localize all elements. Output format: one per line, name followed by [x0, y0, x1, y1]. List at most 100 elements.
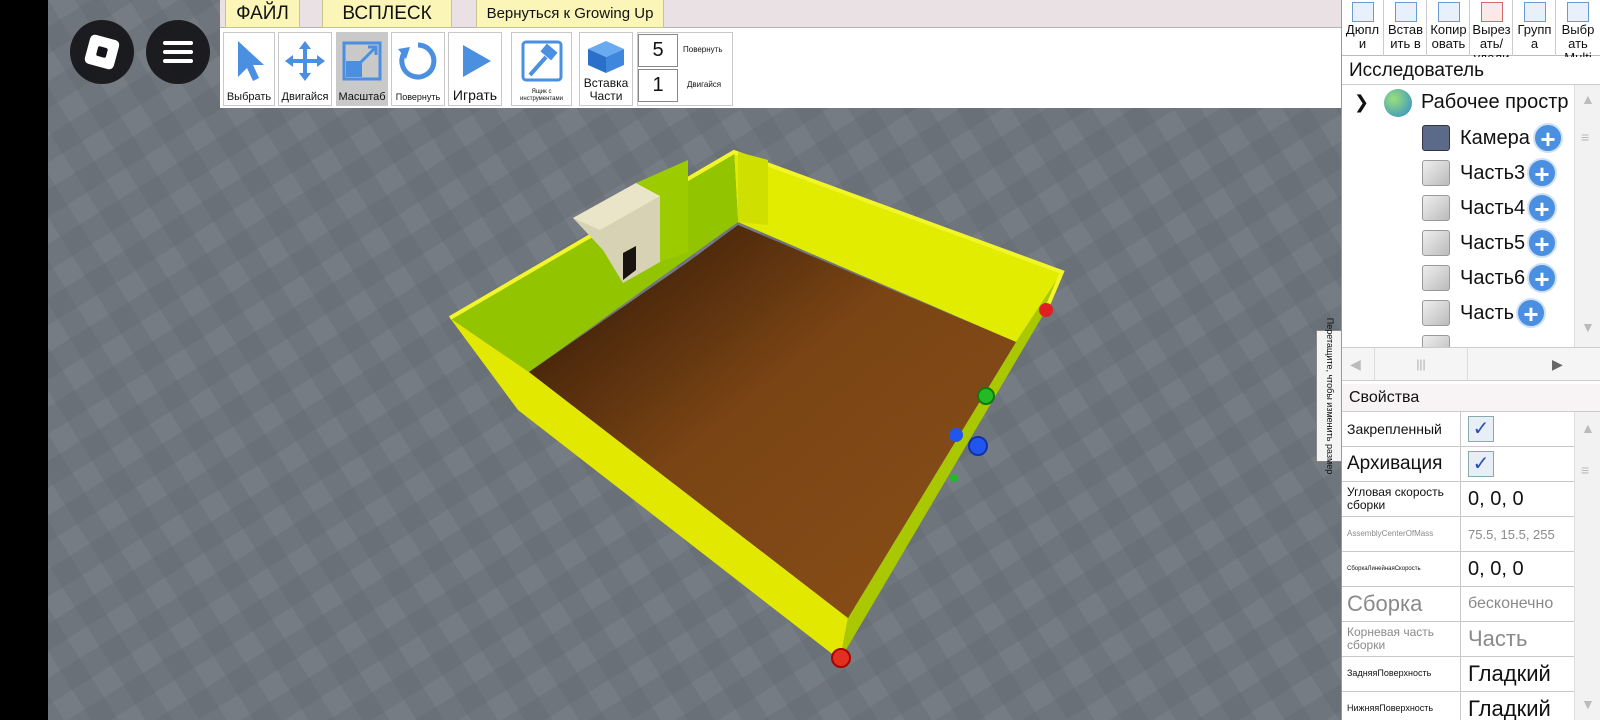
3d-viewport[interactable] — [48, 0, 1341, 720]
tool-bar: Выбрать Двигайся Масштаб Повернуть Играт… — [220, 28, 1342, 108]
property-value[interactable]: Гладкий — [1462, 692, 1576, 720]
scale-handle-green[interactable] — [950, 474, 958, 482]
scroll-thumb-icon[interactable]: ≡ — [1581, 462, 1589, 478]
property-row: Корневая часть сборки Часть — [1342, 622, 1576, 657]
scroll-up-icon[interactable]: ▲ — [1581, 91, 1595, 107]
property-value[interactable]: 0, 0, 0 — [1462, 552, 1576, 586]
insert-part-label: Вставка Части — [583, 76, 629, 103]
insert-part-button[interactable]: Вставка Части — [579, 32, 633, 106]
scroll-down-icon[interactable]: ▼ — [1581, 696, 1595, 712]
rotate-tool-button[interactable]: Повернуть — [391, 32, 445, 106]
group-label: Групп а — [1517, 22, 1552, 51]
paste-icon — [1394, 2, 1417, 22]
part-cube-icon — [1422, 265, 1450, 291]
file-menu-tab[interactable]: ФАЙЛ — [225, 0, 300, 28]
scale-tool-button[interactable]: Масштаб — [336, 32, 388, 106]
menu-bar: ФАЙЛ ВСПЛЕСК Вернуться к Growing Up — [220, 0, 1342, 28]
checkbox-icon[interactable]: ✓ — [1468, 451, 1494, 477]
scroll-left-icon[interactable]: ◀ — [1350, 356, 1361, 373]
tree-item-camera[interactable]: Камера + — [1422, 121, 1572, 155]
scale-icon — [342, 41, 382, 81]
select-multi-button[interactable]: Выбр ать Multi — [1557, 0, 1599, 65]
scene-render[interactable] — [48, 0, 1341, 720]
paste-into-button[interactable]: Встав ить в — [1385, 0, 1427, 56]
cut-icon — [1480, 2, 1503, 22]
scale-handle-red[interactable] — [1039, 303, 1053, 317]
back-to-game-tab[interactable]: Вернуться к Growing Up — [476, 0, 664, 28]
group-icon — [1523, 2, 1546, 22]
scale-handle-blue[interactable] — [968, 436, 988, 456]
select-tool-button[interactable]: Выбрать — [223, 32, 275, 106]
resize-drag-handle[interactable]: Перетащите, чтобы изменить размер — [1316, 318, 1342, 474]
property-row[interactable]: Закрепленный ✓ — [1342, 412, 1576, 447]
tree-item-label: Часть — [1460, 302, 1515, 324]
explorer-hscroll[interactable]: ◀ ||| ▶ — [1342, 347, 1600, 381]
tree-item-workspace[interactable]: ❯ Рабочее простр — [1350, 85, 1576, 119]
part-cube-icon — [1422, 195, 1450, 221]
splash-menu-tab[interactable]: ВСПЛЕСК — [322, 0, 452, 28]
select-multi-icon — [1567, 2, 1589, 22]
plus-icon[interactable]: + — [1527, 193, 1557, 224]
toolbox-button[interactable]: Ящик с инструментами — [511, 32, 572, 106]
chevron-down-icon[interactable]: ❯ — [1354, 85, 1369, 119]
property-value: 75.5, 15.5, 255 — [1468, 526, 1555, 542]
property-name: AssemblyCenterOfMass — [1342, 517, 1461, 551]
property-row[interactable]: СборкаЛинейнаяСкорость 0, 0, 0 — [1342, 552, 1576, 587]
roblox-logo-icon — [83, 33, 121, 71]
scroll-right-icon[interactable]: ▶ — [1552, 356, 1563, 373]
tree-item-part6[interactable]: Часть6 + — [1422, 261, 1572, 295]
plus-icon[interactable]: + — [1527, 158, 1557, 189]
explorer-title: Исследователь — [1342, 57, 1600, 85]
tree-item-part[interactable]: Часть + — [1422, 296, 1572, 330]
properties-title: Свойства — [1342, 384, 1600, 412]
plus-icon[interactable]: + — [1516, 298, 1546, 329]
scale-handle-blue[interactable] — [949, 428, 963, 442]
play-button[interactable]: Играть — [448, 32, 502, 106]
left-bar — [0, 0, 48, 720]
part-cube-icon — [1422, 300, 1450, 326]
scale-tool-label: Масштаб — [338, 91, 386, 103]
move-step-input[interactable]: 1 — [638, 69, 678, 102]
plus-icon[interactable]: + — [1527, 263, 1557, 294]
edit-toolbar: Дюпл и Встав ить в Копир овать Вырез ать… — [1342, 0, 1600, 65]
explorer-tree: ❯ Рабочее простр Камера + Часть3 + Часть… — [1342, 85, 1576, 347]
explorer-vscroll[interactable]: ▲ ≡ ▼ — [1574, 85, 1600, 347]
main-menu-button[interactable] — [146, 20, 210, 84]
tree-item-label: Часть5 — [1460, 232, 1526, 254]
scroll-down-icon[interactable]: ▼ — [1581, 319, 1595, 335]
scale-handle-red[interactable] — [831, 648, 851, 668]
property-value: Часть — [1468, 626, 1528, 651]
property-value[interactable]: 0, 0, 0 — [1462, 482, 1576, 516]
property-row[interactable]: Угловая скорость сборки 0, 0, 0 — [1342, 482, 1576, 517]
scroll-thumb-icon[interactable]: ≡ — [1581, 129, 1589, 145]
cursor-icon — [238, 41, 264, 81]
rotate-tool-label: Повернуть — [395, 92, 441, 102]
scroll-up-icon[interactable]: ▲ — [1581, 420, 1595, 436]
tree-item-part3[interactable]: Часть3 + — [1422, 156, 1572, 190]
checkbox-icon[interactable]: ✓ — [1468, 416, 1494, 442]
property-row[interactable]: ЗадняяПоверхность Гладкий — [1342, 657, 1576, 692]
move-step-label: Двигайся — [687, 80, 722, 89]
duplicate-icon — [1351, 2, 1374, 22]
hscroll-thumb[interactable]: ||| — [1374, 348, 1468, 380]
cut-delete-button[interactable]: Вырез ать/ удали — [1471, 0, 1513, 65]
scale-handle-green[interactable] — [977, 387, 995, 405]
property-value[interactable]: Гладкий — [1462, 657, 1576, 691]
properties-vscroll[interactable]: ▲ ≡ ▼ — [1574, 412, 1600, 720]
tree-item-partial — [1422, 331, 1572, 347]
duplicate-button[interactable]: Дюпл и — [1342, 0, 1384, 56]
copy-button[interactable]: Копир овать — [1428, 0, 1470, 56]
tree-item-part4[interactable]: Часть4 + — [1422, 191, 1572, 225]
property-name: СборкаЛинейнаяСкорость — [1342, 552, 1461, 586]
plus-icon[interactable]: + — [1533, 123, 1563, 154]
resize-drag-label: Перетащите, чтобы изменить размер — [1324, 317, 1335, 475]
rotate-step-input[interactable]: 5 — [638, 34, 678, 67]
tree-item-part5[interactable]: Часть5 + — [1422, 226, 1572, 260]
paste-into-label: Встав ить в — [1387, 22, 1424, 51]
property-row[interactable]: НижняяПоверхность Гладкий — [1342, 692, 1576, 720]
roblox-logo-button[interactable] — [70, 20, 134, 84]
plus-icon[interactable]: + — [1527, 228, 1557, 259]
move-tool-button[interactable]: Двигайся — [278, 32, 332, 106]
property-row[interactable]: Архивация ✓ — [1342, 447, 1576, 482]
group-button[interactable]: Групп а — [1514, 0, 1556, 56]
